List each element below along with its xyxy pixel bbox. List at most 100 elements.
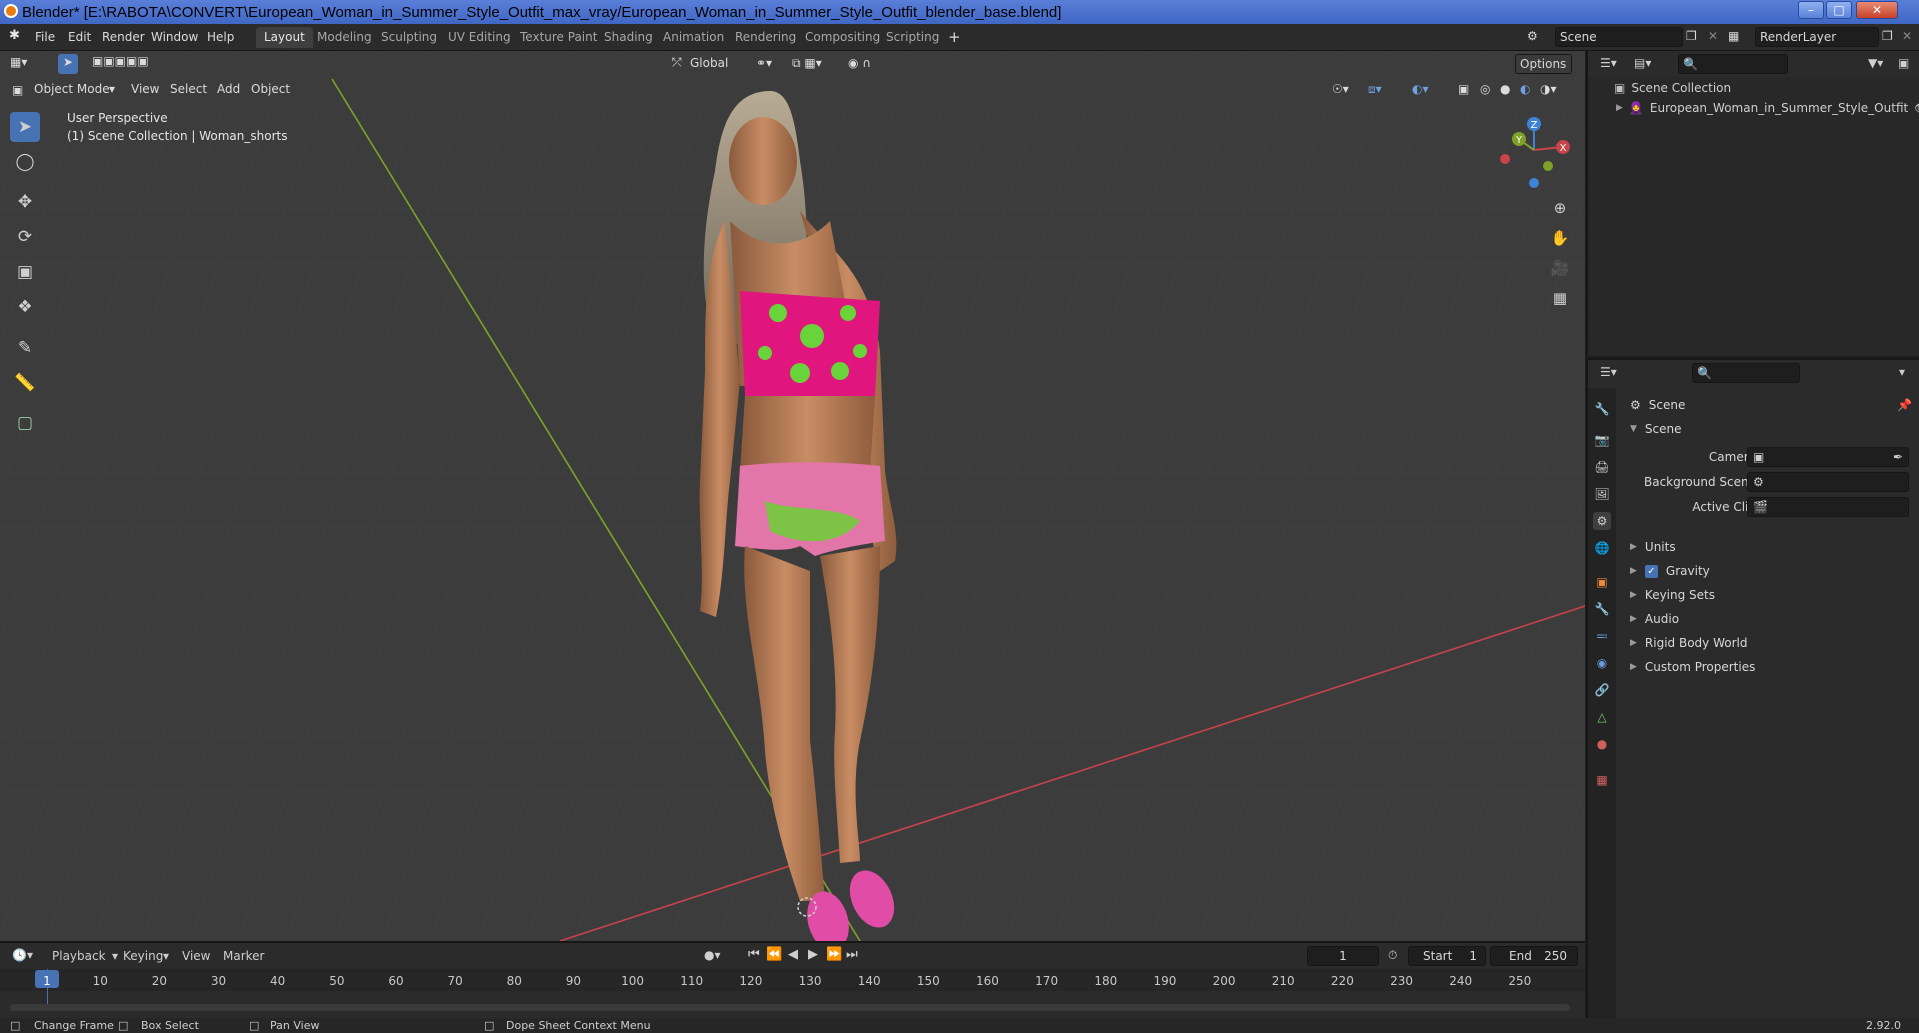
remove-scene-icon[interactable]: ✕ <box>1708 29 1718 43</box>
pin-icon[interactable]: 📌 <box>1897 398 1912 412</box>
active-clip-field[interactable]: 🎬 <box>1747 497 1909 517</box>
tab-modeling[interactable]: Modeling <box>309 27 380 48</box>
blender-menu-icon[interactable]: ✱ <box>9 28 20 43</box>
remove-layer-icon[interactable]: ✕ <box>1902 29 1912 43</box>
move-icon[interactable]: ✥ <box>10 187 40 217</box>
add-cube-icon[interactable]: ▢ <box>10 408 40 438</box>
close-button[interactable]: ✕ <box>1856 1 1898 19</box>
display-mode-icon[interactable]: ▤▾ <box>1634 56 1651 70</box>
play-icon[interactable]: ▶ <box>808 947 818 962</box>
shading-rendered-icon[interactable]: ◑▾ <box>1540 82 1557 96</box>
menu-help[interactable]: Help <box>207 30 234 44</box>
select-mode-set-icon[interactable]: ▣▣▣▣▣ <box>92 54 149 68</box>
zoom-icon[interactable]: ⊕ <box>1547 195 1573 221</box>
output-tab-icon[interactable]: 🖨 <box>1593 458 1611 476</box>
texture-tab-icon[interactable]: ▦ <box>1593 771 1611 789</box>
scale-icon[interactable]: ▣ <box>10 257 40 287</box>
modifier-tab-icon[interactable]: 🔧 <box>1593 600 1611 618</box>
shading-wireframe-icon[interactable]: ◎ <box>1480 82 1490 96</box>
section-custom-properties[interactable]: ▶ Custom Properties <box>1630 660 1755 674</box>
viewport-menu-view[interactable]: View <box>131 82 159 96</box>
end-frame-input[interactable]: End 250 <box>1490 946 1578 966</box>
expand-icon[interactable]: ▶ <box>1616 103 1623 113</box>
tab-layout[interactable]: Layout <box>256 27 313 48</box>
timeline-menu-view[interactable]: View <box>182 949 210 963</box>
tab-rendering[interactable]: Rendering <box>727 27 804 48</box>
minimize-button[interactable]: – <box>1798 1 1824 19</box>
start-frame-input[interactable]: Start 1 <box>1408 946 1486 966</box>
eye-icon[interactable]: 👁 <box>1914 101 1919 115</box>
menu-render[interactable]: Render <box>102 30 145 44</box>
expand-icon[interactable]: ▶ <box>1630 638 1637 648</box>
proportional-edit-icon[interactable]: ◉ ∩ <box>848 56 871 70</box>
timeline-scrollbar[interactable] <box>10 1004 1570 1011</box>
snap-icon[interactable]: ⧉ ▦▾ <box>792 56 822 71</box>
expand-icon[interactable]: ▶ <box>1630 662 1637 672</box>
world-tab-icon[interactable]: 🌐 <box>1593 539 1611 557</box>
menu-file[interactable]: File <box>35 30 55 44</box>
scene-tab-icon[interactable]: ⚙ <box>1593 512 1611 530</box>
object-mode-dropdown[interactable]: Object Mode <box>34 82 110 96</box>
particles-tab-icon[interactable]: ≕ <box>1593 627 1611 645</box>
physics-tab-icon[interactable]: ◉ <box>1593 654 1611 672</box>
pivot-icon[interactable]: ⚭▾ <box>756 56 772 70</box>
menu-edit[interactable]: Edit <box>68 30 91 44</box>
section-gravity[interactable]: ▶ ✓ Gravity <box>1630 564 1710 578</box>
select-mode-icon[interactable]: ➤ <box>58 54 78 74</box>
visibility-icon[interactable]: ☉▾ <box>1332 82 1349 96</box>
properties-search-input[interactable]: 🔍 <box>1692 363 1800 383</box>
jump-start-icon[interactable]: ⏮ <box>748 947 760 962</box>
object-tab-icon[interactable]: ▣ <box>1593 573 1611 591</box>
expand-icon[interactable]: ▶ <box>1630 590 1637 600</box>
select-box-icon[interactable]: ➤ <box>10 112 40 142</box>
new-collection-icon[interactable]: ▣ <box>1898 56 1909 70</box>
copy-layer-icon[interactable]: ❐ <box>1882 29 1893 43</box>
outliner-root[interactable]: ▣ Scene Collection <box>1614 81 1731 95</box>
collapse-icon[interactable]: ▼ <box>1630 424 1637 434</box>
overlay-toggle-icon[interactable]: ◐▾ <box>1412 82 1429 96</box>
timeline-menu-playback[interactable]: Playback <box>52 949 106 963</box>
measure-icon[interactable]: 📏 <box>10 368 40 398</box>
gravity-checkbox[interactable]: ✓ <box>1644 564 1658 578</box>
maximize-button[interactable]: □ <box>1826 1 1852 19</box>
view-layer-selector[interactable]: RenderLayer <box>1755 27 1879 47</box>
render-tab-icon[interactable]: 📷 <box>1593 431 1611 449</box>
section-units[interactable]: ▶ Units <box>1630 540 1676 554</box>
tab-uv-editing[interactable]: UV Editing <box>440 27 519 48</box>
properties-editor-icon[interactable]: ☰▾ <box>1600 365 1617 379</box>
camera-field[interactable]: ▣ ✒ <box>1747 447 1909 467</box>
viewport-menu-object[interactable]: Object <box>251 82 290 96</box>
shading-material-icon[interactable]: ◐ <box>1520 82 1530 96</box>
expand-icon[interactable]: ▶ <box>1630 542 1637 552</box>
scene-selector[interactable]: Scene <box>1555 27 1683 47</box>
scene-panel-header[interactable]: ▼ Scene <box>1630 422 1682 436</box>
transform-icon[interactable]: ❖ <box>10 292 40 322</box>
timeline-editor-icon[interactable]: 🕓▾ <box>12 948 33 962</box>
jump-end-icon[interactable]: ⏭ <box>846 947 858 962</box>
section-keying-sets[interactable]: ▶ Keying Sets <box>1630 588 1715 602</box>
viewport-menu-add[interactable]: Add <box>217 82 240 96</box>
navigation-gizmo[interactable]: Z X Y <box>1490 110 1580 190</box>
xray-icon[interactable]: ▣ <box>1458 82 1469 96</box>
gizmo-toggle-icon[interactable]: ⧈▾ <box>1368 82 1382 97</box>
3d-viewport[interactable] <box>0 51 1585 941</box>
properties-options-icon[interactable]: ▾ <box>1899 365 1905 379</box>
prev-keyframe-icon[interactable]: ⏪ <box>766 947 782 962</box>
play-reverse-icon[interactable]: ◀ <box>788 947 798 962</box>
next-keyframe-icon[interactable]: ⏩ <box>826 947 842 962</box>
camera-view-icon[interactable]: 🎥 <box>1547 255 1573 281</box>
editor-type-icon[interactable]: ▦▾ <box>10 55 27 69</box>
eyedropper-icon[interactable]: ✒ <box>1893 450 1903 464</box>
outliner-editor-icon[interactable]: ☰▾ <box>1600 56 1617 70</box>
annotate-icon[interactable]: ✎ <box>10 333 40 363</box>
data-tab-icon[interactable]: △ <box>1593 708 1611 726</box>
filter-icon[interactable]: ▼▾ <box>1868 56 1883 70</box>
section-rigid-body-world[interactable]: ▶ Rigid Body World <box>1630 636 1747 650</box>
outliner-item[interactable]: ▶ 🧕 European_Woman_in_Summer_Style_Outfi… <box>1616 101 1919 115</box>
tab-compositing[interactable]: Compositing <box>797 27 888 48</box>
current-frame-input[interactable]: 1 <box>1307 946 1379 966</box>
pan-hand-icon[interactable]: ✋ <box>1547 225 1573 251</box>
add-workspace-button[interactable]: + <box>948 28 961 46</box>
ortho-grid-icon[interactable]: ▦ <box>1547 285 1573 311</box>
expand-icon[interactable]: ▶ <box>1630 614 1637 624</box>
